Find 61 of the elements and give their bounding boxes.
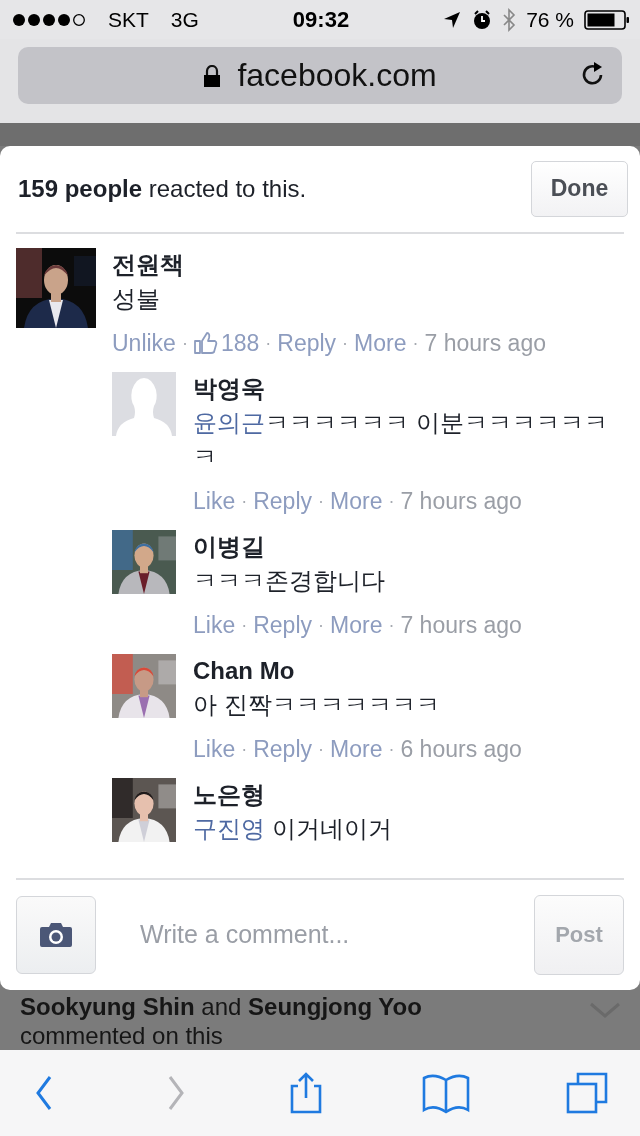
action-link[interactable]: More [330,607,383,642]
url-text: facebook.com [237,57,437,95]
activity-text: Sookyung Shin and Seungjong Yoo commented on this [20,991,423,1050]
default-avatar-icon [112,371,176,436]
comment-time: 7 hours ago [400,486,522,516]
comment-field[interactable]: Write a comment... [116,919,514,951]
action-link[interactable]: More [354,325,407,360]
bluetooth-icon [502,7,517,32]
action-link[interactable]: More [330,731,383,766]
action-link[interactable]: Like [193,483,236,518]
battery-percent: 76 % [526,7,574,32]
network-type: 3G [170,7,199,32]
mention-link[interactable]: 구진영 [193,814,265,842]
action-link[interactable]: Unlike [112,325,176,360]
mention-link[interactable]: 윤의근 [193,408,265,436]
separator-dot: · [241,613,248,637]
camera-button[interactable] [16,895,96,974]
comment-text: 아 진짝ㅋㅋㅋㅋㅋㅋㅋ [193,689,441,720]
action-link[interactable]: More [330,483,383,518]
comment-text: 구진영 이거네이거 [193,813,393,844]
separator-dot: · [318,489,324,513]
done-button[interactable]: Done [531,160,628,217]
separator-dot: · [181,331,188,355]
separator-dot: · [388,737,395,761]
clock-time: 09:32 [292,6,350,33]
alarm-clock-icon [472,9,493,30]
separator-dot: · [388,489,395,513]
comment-text: 성불 [112,283,161,314]
thumbs-up-icon [193,331,218,354]
commenter-name[interactable]: 박영욱 [193,371,624,406]
separator-dot: · [388,613,395,637]
commenter-name[interactable]: 노은형 [193,777,624,812]
location-arrow-icon [442,9,463,30]
separator-dot: · [342,331,349,355]
commenter-name[interactable]: Chan Mo [193,653,624,688]
action-link[interactable]: Like [193,731,236,766]
separator-dot: · [412,331,419,355]
comment-text: 윤의근 ㅋㅋㅋㅋㅋㅋ 이분ㅋㅋㅋㅋㅋㅋㅋ [193,407,609,472]
action-link[interactable]: Reply [253,731,312,766]
action-link[interactable]: Reply [253,607,312,642]
comment-time: 7 hours ago [400,610,522,640]
action-link[interactable]: Like [193,607,236,642]
separator-dot: · [241,737,248,761]
action-link[interactable]: Reply [253,483,312,518]
tabs-icon[interactable] [566,1071,608,1114]
like-count: 188 [220,328,260,358]
separator-dot: · [318,737,324,761]
battery-icon [584,9,630,30]
separator-dot: · [318,613,324,637]
camera-icon [39,921,73,948]
separator-dot: · [265,331,272,355]
commenter-name[interactable]: 전원책 [112,247,624,282]
separator-dot: · [241,489,248,513]
commenter-name[interactable]: 이병길 [193,529,624,564]
action-link[interactable]: Reply [277,325,337,360]
reactions-title: 159 people reacted to this. [18,174,307,203]
carrier-name: SKT [108,7,149,32]
comment-time: 7 hours ago [424,328,546,358]
comment-text: ㅋㅋㅋ존경합니다 [193,565,386,596]
address-bar[interactable]: facebook.com [18,47,622,105]
comment-time: 6 hours ago [400,734,522,764]
